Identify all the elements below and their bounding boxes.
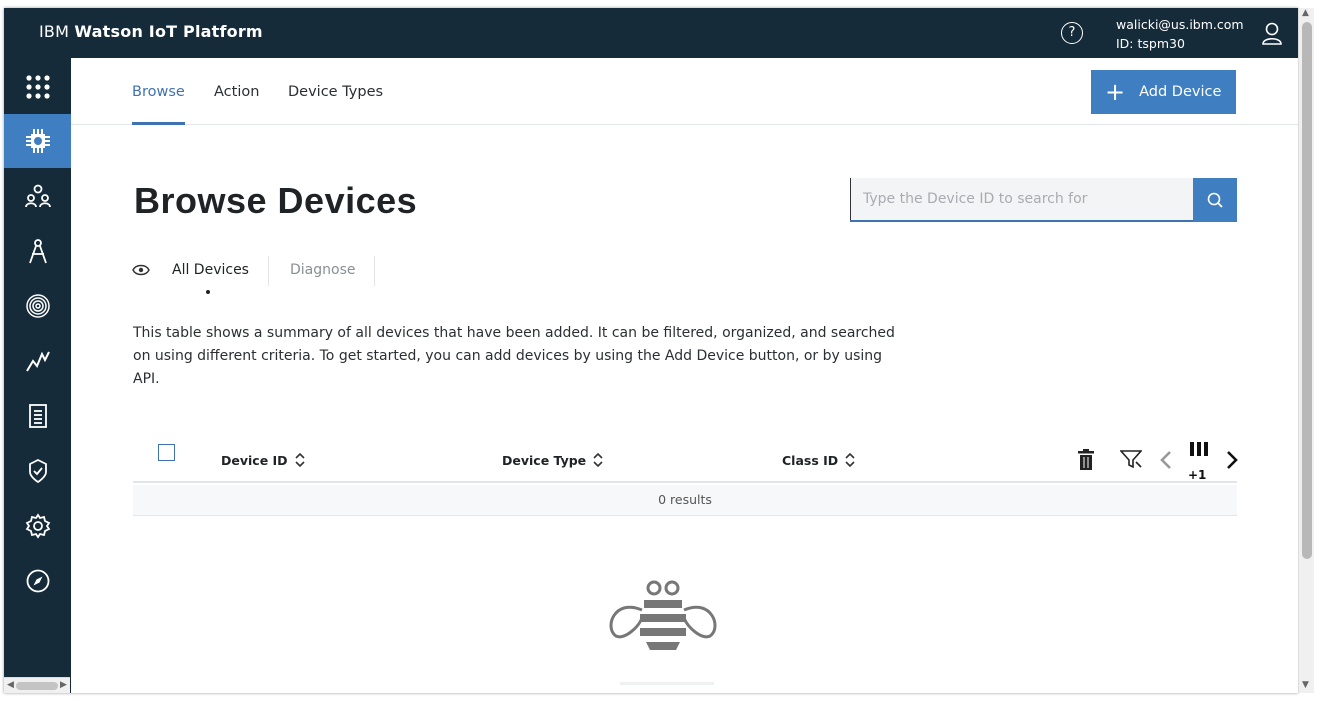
subtab-divider bbox=[268, 256, 269, 286]
scroll-left-arrow-icon[interactable]: ◀ bbox=[7, 680, 14, 690]
select-all-checkbox[interactable] bbox=[158, 444, 175, 461]
brand-name: Watson IoT Platform bbox=[74, 22, 263, 41]
columns-icon[interactable] bbox=[1189, 441, 1209, 457]
results-count: 0 results bbox=[133, 485, 1237, 516]
delete-trash-icon[interactable] bbox=[1077, 449, 1095, 471]
search-button[interactable] bbox=[1193, 178, 1237, 222]
scrollbar-thumb[interactable] bbox=[16, 682, 58, 690]
security-fingerprint-icon[interactable] bbox=[4, 279, 71, 333]
apps-icon[interactable] bbox=[4, 224, 71, 278]
search-input[interactable] bbox=[850, 178, 1194, 220]
search-field[interactable] bbox=[850, 178, 1194, 222]
subtab-diagnose[interactable]: Diagnose bbox=[290, 262, 355, 278]
brand-prefix: IBM bbox=[39, 22, 70, 41]
scrollbar-thumb[interactable] bbox=[1302, 22, 1312, 559]
scroll-up-arrow-icon[interactable]: ▲ bbox=[1302, 8, 1309, 18]
column-device-type[interactable]: Device Type bbox=[502, 452, 603, 468]
compliance-icon[interactable] bbox=[4, 444, 71, 498]
scroll-down-arrow-icon[interactable]: ▼ bbox=[1302, 680, 1309, 690]
user-email: walicki@us.ibm.com bbox=[1116, 17, 1244, 32]
extra-columns-count: +1 bbox=[1188, 468, 1207, 482]
active-subtab-indicator bbox=[206, 290, 210, 294]
search-icon bbox=[1207, 192, 1223, 208]
logs-icon[interactable] bbox=[4, 389, 71, 443]
column-device-id[interactable]: Device ID bbox=[221, 452, 305, 468]
sort-icon bbox=[845, 452, 855, 468]
top-header-bar: IBM Watson IoT Platform ? walicki@us.ibm… bbox=[4, 8, 1298, 58]
browser-window: IBM Watson IoT Platform ? walicki@us.ibm… bbox=[4, 8, 1298, 693]
scroll-right-arrow-icon[interactable]: ▶ bbox=[60, 680, 67, 690]
column-label: Device Type bbox=[502, 452, 587, 468]
empty-state-bee-icon bbox=[609, 580, 717, 685]
sort-icon bbox=[593, 452, 603, 468]
tab-action[interactable]: Action bbox=[214, 84, 259, 125]
help-icon[interactable]: ? bbox=[1061, 22, 1083, 44]
vertical-scrollbar[interactable]: ▲ ▼ bbox=[1298, 8, 1314, 693]
chevron-left-icon[interactable] bbox=[1160, 450, 1172, 470]
column-class-id[interactable]: Class ID bbox=[782, 452, 855, 468]
user-id: ID: tspm30 bbox=[1116, 36, 1185, 51]
column-label: Class ID bbox=[782, 452, 839, 468]
eye-icon bbox=[132, 264, 150, 276]
explore-compass-icon[interactable] bbox=[4, 554, 71, 608]
subtab-all-devices[interactable]: All Devices bbox=[172, 262, 249, 278]
column-label: Device ID bbox=[221, 452, 288, 468]
table-header: Device ID Device Type Class ID +1 bbox=[133, 433, 1238, 483]
user-info[interactable]: walicki@us.ibm.com ID: tspm30 bbox=[1116, 15, 1244, 53]
subtab-divider bbox=[374, 256, 375, 286]
members-icon[interactable] bbox=[4, 169, 71, 223]
filter-icon[interactable] bbox=[1120, 449, 1142, 469]
page-title: Browse Devices bbox=[134, 180, 418, 221]
left-nav-sidebar bbox=[4, 58, 71, 693]
plus-icon: + bbox=[1105, 78, 1126, 106]
tab-browse[interactable]: Browse bbox=[132, 84, 185, 125]
brand-logo[interactable]: IBM Watson IoT Platform bbox=[39, 22, 263, 41]
app-switcher-icon[interactable] bbox=[4, 60, 71, 114]
sort-icon bbox=[294, 452, 305, 468]
table-description: This table shows a summary of all device… bbox=[133, 325, 895, 387]
add-device-button[interactable]: + Add Device bbox=[1091, 70, 1236, 114]
settings-icon[interactable] bbox=[4, 499, 71, 553]
horizontal-scrollbar[interactable]: ◀ ▶ bbox=[4, 677, 70, 693]
usage-icon[interactable] bbox=[4, 334, 71, 388]
devices-icon[interactable] bbox=[4, 114, 71, 168]
add-device-label: Add Device bbox=[1139, 84, 1222, 100]
tab-device-types[interactable]: Device Types bbox=[288, 84, 383, 125]
chevron-right-icon[interactable] bbox=[1226, 450, 1238, 470]
user-profile-icon[interactable] bbox=[1261, 22, 1283, 46]
